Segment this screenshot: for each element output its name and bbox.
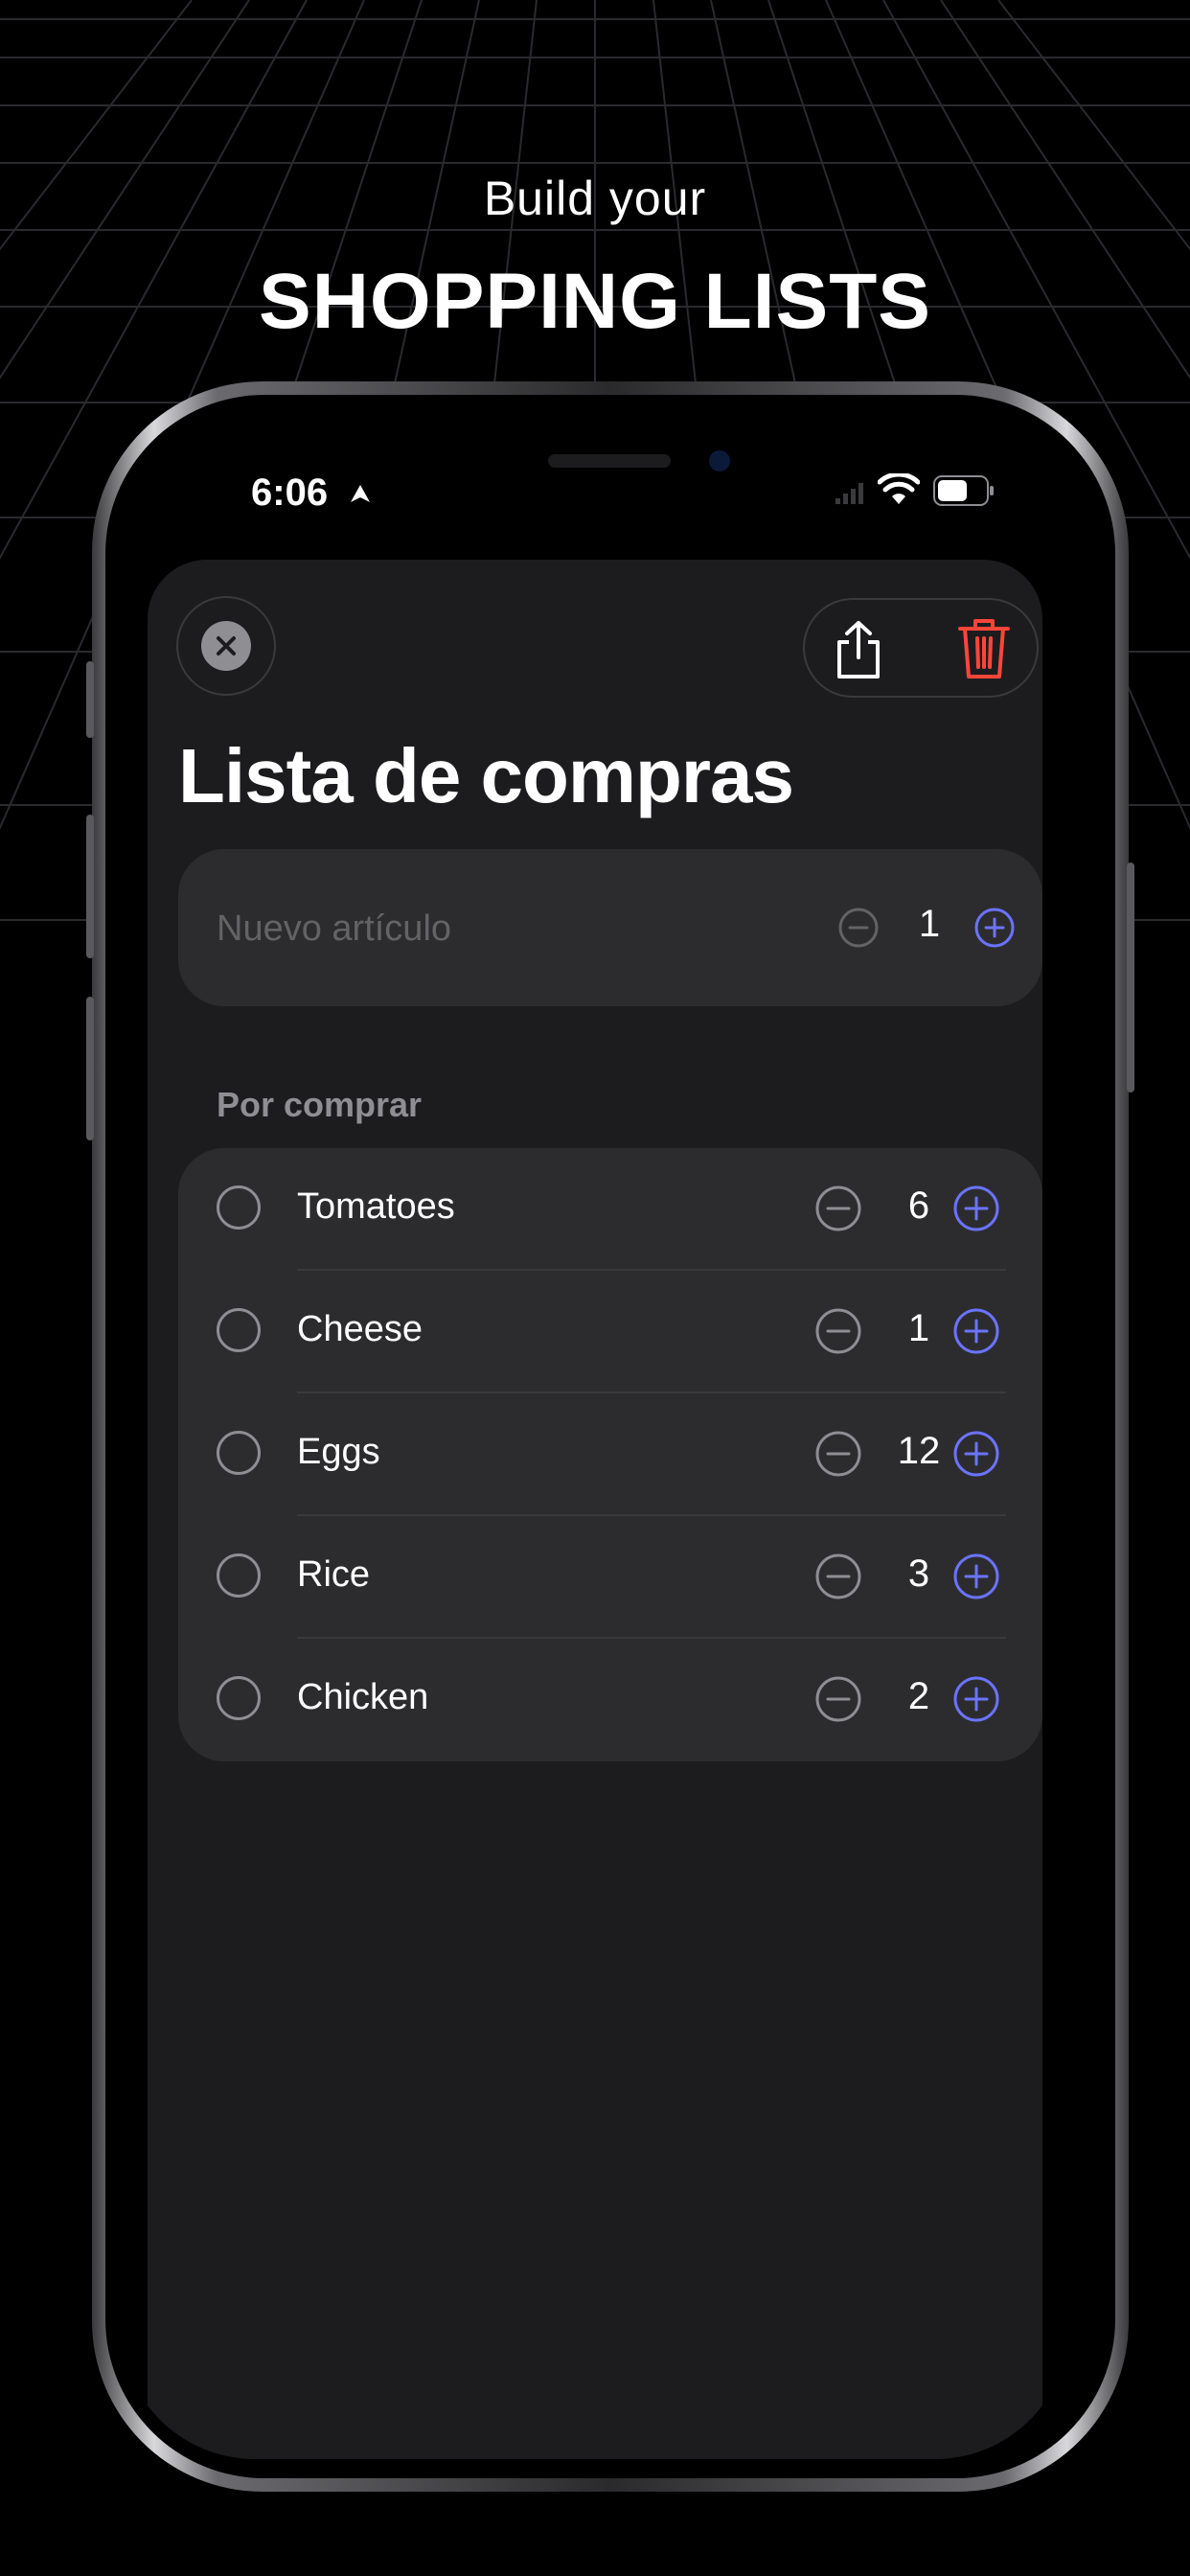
increase-button[interactable] [952,1430,1000,1478]
minus-circle-icon [815,1553,861,1599]
minus-circle-icon [815,1308,861,1354]
item-quantity: 12 [897,1430,941,1472]
item-name: Cheese [297,1309,423,1349]
wifi-icon [878,473,920,504]
item-name: Tomatoes [297,1186,455,1227]
item-checkbox[interactable] [217,1553,261,1598]
plus-circle-icon [953,1308,999,1354]
plus-circle-icon [953,1676,999,1722]
item-name: Eggs [297,1432,380,1472]
list-item: Chicken 2 [178,1639,1042,1761]
list-item: Eggs 12 [178,1393,1042,1516]
speaker-grille [548,454,671,468]
promo-title: SHOPPING LISTS [259,258,931,345]
item-quantity: 2 [907,1675,930,1717]
close-button[interactable] [176,596,276,696]
plus-circle-icon [953,1431,999,1477]
new-item-quantity: 1 [918,903,941,945]
decrease-button[interactable] [814,1552,862,1600]
new-item-decrease-button[interactable] [837,907,880,949]
item-name: Chicken [297,1677,429,1717]
item-quantity: 1 [907,1307,930,1349]
plus-circle-icon [953,1185,999,1231]
share-icon [837,621,880,678]
list-title: Lista de compras [178,733,794,818]
new-item-increase-button[interactable] [973,907,1016,949]
promo-subtitle: Build your [483,172,707,225]
phone-screen: 6:06 Lista de compras Nuevo artículo 1 P… [121,408,1069,2459]
item-checkbox[interactable] [217,1308,261,1352]
list-item: Rice 3 [178,1516,1042,1639]
minus-circle-icon [815,1431,861,1477]
increase-button[interactable] [952,1184,1000,1232]
trash-icon [958,619,1010,678]
increase-button[interactable] [952,1552,1000,1600]
delete-button[interactable] [956,617,1012,680]
item-quantity: 6 [907,1184,930,1227]
close-icon [201,621,251,671]
power-button [1127,862,1134,1092]
item-name: Rice [297,1554,371,1595]
item-checkbox[interactable] [217,1676,261,1720]
decrease-button[interactable] [814,1184,862,1232]
volume-up-button [86,815,94,958]
plus-circle-icon [974,908,1015,948]
decrease-button[interactable] [814,1430,862,1478]
decrease-button[interactable] [814,1307,862,1355]
signal-icon [835,483,863,504]
list-sheet: Lista de compras 1 Por comprar [148,560,1042,2459]
list-item: Cheese 1 [178,1271,1042,1393]
list-item: Tomatoes 6 [178,1148,1042,1271]
item-quantity: 3 [907,1552,930,1595]
volume-down-button [86,997,94,1140]
new-item-card: 1 [178,849,1042,1006]
increase-button[interactable] [952,1307,1000,1355]
increase-button[interactable] [952,1675,1000,1723]
actions-group [803,598,1039,698]
battery-icon [933,475,994,506]
share-button[interactable] [830,619,887,680]
location-arrow-icon [351,485,370,502]
mute-switch [86,661,94,738]
item-checkbox[interactable] [217,1185,261,1230]
item-checkbox[interactable] [217,1431,261,1475]
minus-circle-icon [815,1676,861,1722]
new-item-input[interactable] [215,899,755,958]
section-title: Por comprar [217,1085,423,1124]
plus-circle-icon [953,1553,999,1599]
status-time: 6:06 [251,472,329,514]
minus-circle-icon [838,908,879,948]
items-list: Tomatoes 6 Cheese 1 Eggs 12 Rice 3 Chick… [178,1148,1042,1761]
front-camera [709,450,730,472]
minus-circle-icon [815,1185,861,1231]
decrease-button[interactable] [814,1675,862,1723]
